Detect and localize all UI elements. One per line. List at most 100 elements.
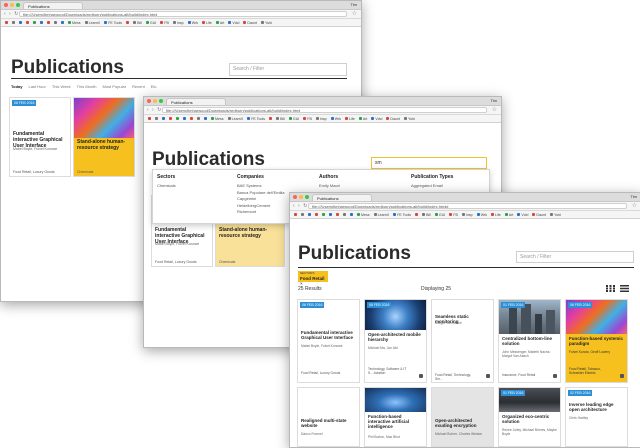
bookmark-item[interactable] <box>301 213 304 216</box>
close-icon[interactable] <box>147 99 151 103</box>
bookmark-item[interactable]: FB <box>160 21 169 25</box>
bookmark-item[interactable] <box>183 117 186 120</box>
nav-arrows-icon[interactable]: ‹ › ↻ <box>147 107 162 113</box>
bookmark-item[interactable] <box>12 21 15 24</box>
bookmark-item[interactable]: Vdcl <box>517 213 528 217</box>
bookmark-item[interactable]: Mess <box>357 213 370 217</box>
star-icon[interactable]: ☆ <box>492 106 497 114</box>
bookmark-item[interactable]: Bill <box>276 117 285 121</box>
browser-tab[interactable]: Publications <box>312 194 372 201</box>
search-input[interactable]: Search / Filter <box>516 251 634 263</box>
browser-tab[interactable]: Publications <box>23 2 83 9</box>
minimize-icon[interactable] <box>10 3 14 7</box>
bookmark-item[interactable] <box>61 21 64 24</box>
bookmark-item[interactable] <box>126 21 130 24</box>
bookmark-item[interactable]: Insp <box>315 117 327 121</box>
profile-name[interactable]: Tim <box>630 193 637 201</box>
publication-card[interactable]: Stand-alone human-resource strategy Chem… <box>73 97 135 177</box>
filter-recent[interactable]: Recent <box>132 84 145 89</box>
suggestion-item[interactable]: Emily Maori <box>319 183 340 190</box>
bookmark-item[interactable] <box>350 213 353 216</box>
bookmark-item[interactable] <box>162 117 165 120</box>
browser-tab[interactable]: Publications <box>166 98 226 105</box>
publication-card[interactable]: 01 FEB 2016 Centralized bottom-line solu… <box>498 299 561 383</box>
bookmark-item[interactable]: Bill <box>422 213 431 217</box>
card-actions[interactable] <box>418 374 423 379</box>
bookmark-item[interactable]: LearnX <box>373 213 389 217</box>
maximize-icon[interactable] <box>16 3 20 7</box>
bookmark-item[interactable] <box>197 117 200 120</box>
bookmark-item[interactable] <box>329 213 332 216</box>
profile-name[interactable]: Tim <box>490 97 497 105</box>
bookmark-item[interactable]: Vdcl <box>228 21 239 25</box>
bookmark-item[interactable] <box>294 213 297 216</box>
publication-card[interactable]: Open-architected exuding encryption Mich… <box>431 387 494 447</box>
bookmark-item[interactable]: Yubi <box>261 21 272 25</box>
suggestion-item[interactable]: Aggregated Email <box>411 183 453 190</box>
bookmark-item[interactable]: GUI <box>434 213 445 217</box>
filter-this-month[interactable]: This Month <box>77 84 97 89</box>
bookmark-item[interactable] <box>190 117 193 120</box>
filter-most-popular[interactable]: Most Popular <box>102 84 126 89</box>
minimize-icon[interactable] <box>299 195 303 199</box>
active-filter-tag[interactable]: SECTORS Food Retail × <box>298 271 328 286</box>
window-controls[interactable] <box>4 3 20 7</box>
bookmark-item[interactable]: Bill <box>133 21 142 25</box>
bookmark-item[interactable]: Life <box>491 213 501 217</box>
bookmark-item[interactable] <box>40 21 43 24</box>
bookmark-item[interactable] <box>47 21 50 24</box>
close-icon[interactable] <box>293 195 297 199</box>
publication-card[interactable]: Seamless static monitoring Margot Van Aa… <box>431 299 494 383</box>
bookmark-item[interactable]: Wrk <box>187 21 198 25</box>
minimize-icon[interactable] <box>153 99 157 103</box>
nav-arrows-icon[interactable]: ‹ › ↻ <box>293 203 308 209</box>
nav-arrows-icon[interactable]: ‹ › ↻ <box>4 11 19 17</box>
bookmark-item[interactable] <box>336 213 339 216</box>
bookmark-item[interactable]: Wrk <box>476 213 487 217</box>
bookmark-item[interactable]: FB <box>303 117 312 121</box>
bookmark-item[interactable]: Daunt <box>243 21 257 25</box>
publication-card[interactable]: 06 FEB 2016 Fundamental interactive Grap… <box>9 97 71 177</box>
bookmark-item[interactable] <box>19 21 22 24</box>
bookmark-item[interactable] <box>54 21 57 24</box>
bookmark-item[interactable]: Art <box>358 117 367 121</box>
profile-name[interactable]: Tim <box>350 1 357 9</box>
bookmark-icon[interactable] <box>419 374 423 378</box>
maximize-icon[interactable] <box>159 99 163 103</box>
publication-card[interactable]: 06 FEB 2016 Function-based systemic para… <box>565 299 628 383</box>
bookmark-icon[interactable] <box>620 374 624 378</box>
publication-card[interactable]: Function-based interactive artificial in… <box>364 387 427 447</box>
address-bar[interactable]: file:///Users/timharwood/Downloads/redbu… <box>19 11 347 17</box>
filter-today[interactable]: Today <box>11 84 22 89</box>
bookmark-item[interactable]: Vdcl <box>371 117 382 121</box>
card-actions[interactable] <box>619 374 624 379</box>
list-view-icon[interactable] <box>620 285 629 292</box>
bookmark-item[interactable]: Daunt <box>532 213 546 217</box>
bookmark-item[interactable]: Art <box>504 213 513 217</box>
bookmark-item[interactable] <box>322 213 325 216</box>
address-bar[interactable]: file:///Users/timharwood/Downloads/redbu… <box>308 203 627 209</box>
bookmark-item[interactable] <box>269 117 273 120</box>
address-bar[interactable]: file:///Users/timharwood/Downloads/redbu… <box>162 107 487 113</box>
publication-card[interactable]: 06 FEB 2016 Open-architected mobile hier… <box>364 299 427 383</box>
bookmark-item[interactable] <box>26 21 29 24</box>
bookmark-item[interactable] <box>5 21 8 24</box>
bookmark-item[interactable]: Mess <box>68 21 81 25</box>
bookmark-item[interactable]: Life <box>202 21 212 25</box>
search-input[interactable]: sm <box>371 157 487 169</box>
publication-card[interactable]: Realigned multi-state website Danco Fron… <box>297 387 360 447</box>
window-controls[interactable] <box>293 195 309 199</box>
filter-etc[interactable]: Etc <box>151 84 157 89</box>
filter-this-week[interactable]: This Week <box>52 84 71 89</box>
remove-filter-icon[interactable]: × <box>300 281 303 286</box>
bookmark-item[interactable]: FB <box>449 213 458 217</box>
bookmark-icon[interactable] <box>553 374 557 378</box>
bookmark-item[interactable] <box>308 213 311 216</box>
bookmark-item[interactable]: GUI <box>288 117 299 121</box>
bookmark-item[interactable] <box>176 117 179 120</box>
bookmark-item[interactable] <box>315 213 318 216</box>
bookmark-item[interactable] <box>169 117 172 120</box>
bookmark-item[interactable] <box>148 117 151 120</box>
bookmark-item[interactable]: FE Tools <box>104 21 122 25</box>
suggestion-item[interactable]: Chemicals <box>157 183 176 190</box>
